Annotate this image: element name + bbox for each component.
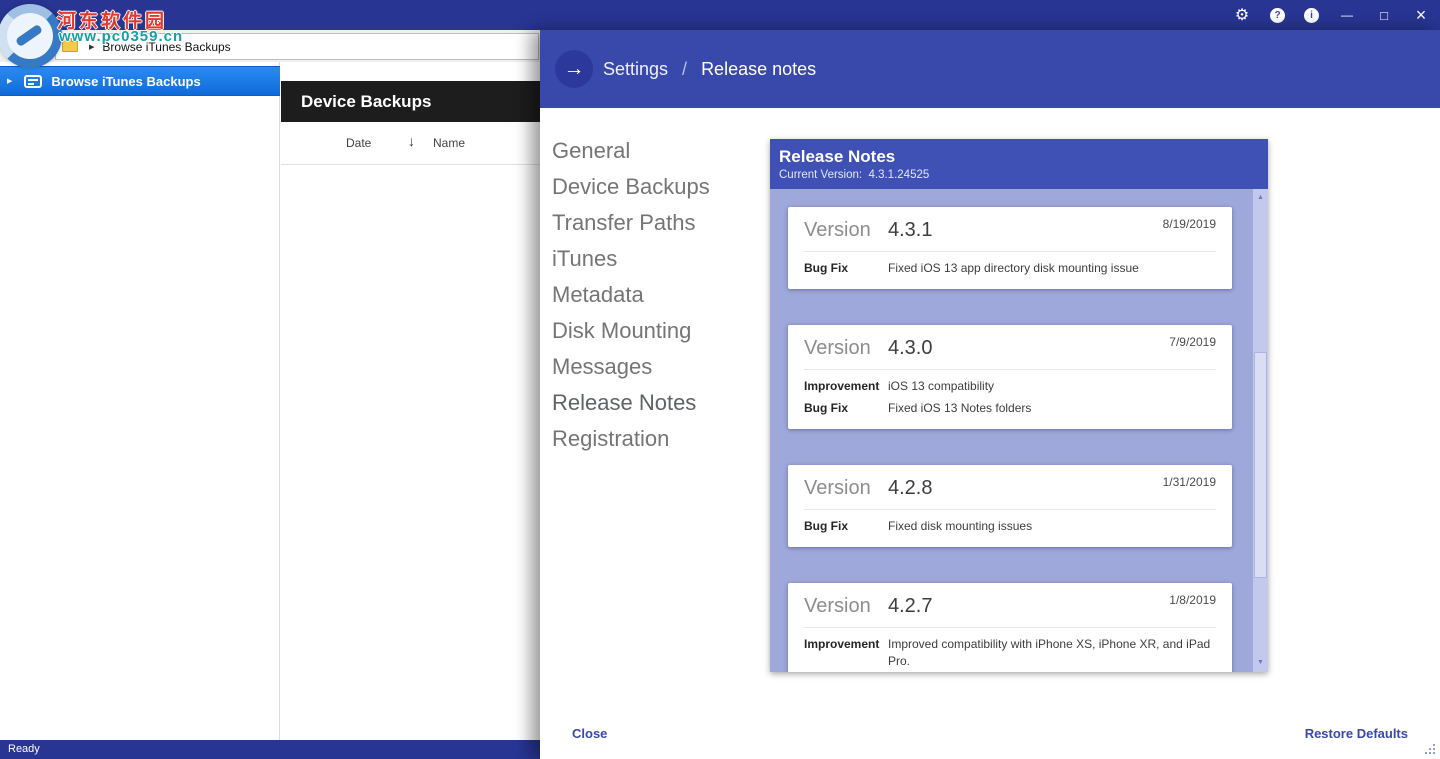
- entry-type: Improvement: [804, 636, 888, 670]
- entry-text: Improved compatibility with iPhone XS, i…: [888, 636, 1216, 670]
- release-notes-panel: Release Notes Current Version: 4.3.1.245…: [770, 139, 1268, 672]
- release-card-4-2-8: Version 4.2.8 1/31/2019 Bug Fix Fixed di…: [788, 465, 1232, 547]
- version-word: Version: [804, 337, 888, 360]
- titlebar: ⚙ ? i — □ ×: [0, 0, 1440, 30]
- release-notes-header: Release Notes Current Version: 4.3.1.245…: [770, 139, 1268, 189]
- version-word: Version: [804, 477, 888, 500]
- column-header-date[interactable]: Date: [346, 136, 371, 150]
- release-entries: Improvement Improved compatibility with …: [804, 628, 1216, 672]
- info-icon[interactable]: i: [1304, 8, 1319, 23]
- release-entry: Improvement iOS 13 compatibility: [804, 378, 1216, 395]
- version-number: 4.2.7: [888, 595, 932, 618]
- current-version-label: Current Version:: [779, 169, 862, 181]
- release-card-header: Version 4.3.1 8/19/2019: [804, 207, 1216, 252]
- sort-descending-icon[interactable]: ↓: [408, 133, 415, 149]
- app-window: ⚙ ? i — □ × ▶ Browse iTunes Backups ▶ Br…: [0, 0, 1440, 759]
- current-version: Current Version: 4.3.1.24525: [779, 167, 1268, 183]
- entry-text: Fixed iOS 13 Notes folders: [888, 400, 1031, 417]
- breadcrumb-separator: /: [682, 59, 687, 80]
- entry-type: Bug Fix: [804, 260, 888, 277]
- release-date: 1/31/2019: [1163, 475, 1216, 489]
- version-number: 4.3.0: [888, 337, 932, 360]
- settings-nav: General Device Backups Transfer Paths iT…: [552, 133, 710, 457]
- release-cards: Version 4.3.1 8/19/2019 Bug Fix Fixed iO…: [788, 189, 1232, 672]
- release-entry: Bug Fix Fixed iOS 13 app directory disk …: [804, 260, 1216, 277]
- version-word: Version: [804, 595, 888, 618]
- resize-grip[interactable]: [1433, 752, 1435, 754]
- titlebar-buttons: ⚙ ? i — □ ×: [1233, 0, 1430, 30]
- minimize-button[interactable]: —: [1338, 8, 1356, 22]
- nav-item-itunes[interactable]: iTunes: [552, 241, 710, 277]
- release-entries: Improvement iOS 13 compatibility Bug Fix…: [804, 370, 1216, 429]
- breadcrumb-settings[interactable]: Settings: [603, 59, 668, 80]
- version-number: 4.2.8: [888, 477, 932, 500]
- nav-item-transfer-paths[interactable]: Transfer Paths: [552, 205, 710, 241]
- release-card-header: Version 4.3.0 7/9/2019: [804, 325, 1216, 370]
- release-date: 7/9/2019: [1169, 335, 1216, 349]
- version-number: 4.3.1: [888, 219, 932, 242]
- breadcrumb-release-notes: Release notes: [701, 59, 816, 80]
- expander-chevron-icon[interactable]: ▶: [7, 77, 12, 85]
- backups-list-icon: [24, 75, 42, 88]
- sidebar-item-browse-itunes-backups[interactable]: ▶ Browse iTunes Backups: [0, 66, 280, 96]
- nav-item-metadata[interactable]: Metadata: [552, 277, 710, 313]
- status-text: Ready: [8, 743, 40, 755]
- dialog-header: → Settings / Release notes: [540, 30, 1440, 108]
- entry-type: Bug Fix: [804, 400, 888, 417]
- close-button[interactable]: ×: [1412, 5, 1430, 26]
- sidebar: ▶ Browse iTunes Backups: [0, 62, 280, 740]
- release-entry: Bug Fix Fixed iOS 13 Notes folders: [804, 400, 1216, 417]
- maximize-button[interactable]: □: [1375, 8, 1393, 23]
- nav-item-general[interactable]: General: [552, 133, 710, 169]
- dialog-footer: Close Restore Defaults: [572, 726, 1408, 741]
- release-card-4-3-0: Version 4.3.0 7/9/2019 Improvement iOS 1…: [788, 325, 1232, 429]
- entry-type: Improvement: [804, 378, 888, 395]
- release-card-header: Version 4.2.7 1/8/2019: [804, 583, 1216, 628]
- column-header-name[interactable]: Name: [433, 136, 465, 150]
- release-notes-title: Release Notes: [779, 146, 1268, 167]
- scrollbar[interactable]: ▲ ▼: [1253, 189, 1268, 672]
- release-card-4-3-1: Version 4.3.1 8/19/2019 Bug Fix Fixed iO…: [788, 207, 1232, 289]
- current-version-value: 4.3.1.24525: [869, 169, 930, 181]
- release-card-4-2-7: Version 4.2.7 1/8/2019 Improvement Impro…: [788, 583, 1232, 672]
- device-backups-panel: Device Backups Date ↓ Name: [281, 62, 540, 740]
- release-notes-body: Version 4.3.1 8/19/2019 Bug Fix Fixed iO…: [770, 189, 1268, 672]
- entry-text: Fixed disk mounting issues: [888, 518, 1032, 535]
- nav-item-messages[interactable]: Messages: [552, 349, 710, 385]
- release-date: 1/8/2019: [1169, 593, 1216, 607]
- scrollbar-thumb[interactable]: [1254, 352, 1267, 578]
- nav-item-release-notes[interactable]: Release Notes: [552, 385, 710, 421]
- watermark-url: www.pc0359.cn: [59, 28, 183, 45]
- help-icon[interactable]: ?: [1270, 8, 1285, 23]
- scroll-down-icon[interactable]: ▼: [1253, 656, 1268, 670]
- scroll-up-icon[interactable]: ▲: [1253, 191, 1268, 205]
- back-arrow-icon[interactable]: →: [555, 50, 593, 88]
- nav-item-device-backups[interactable]: Device Backups: [552, 169, 710, 205]
- release-entry: Bug Fix Fixed disk mounting issues: [804, 518, 1216, 535]
- nav-item-registration[interactable]: Registration: [552, 421, 710, 457]
- release-entry: Improvement Improved compatibility with …: [804, 636, 1216, 670]
- release-entries: Bug Fix Fixed iOS 13 app directory disk …: [804, 252, 1216, 289]
- entry-text: iOS 13 compatibility: [888, 378, 994, 395]
- watermark-logo: [0, 4, 62, 68]
- nav-item-disk-mounting[interactable]: Disk Mounting: [552, 313, 710, 349]
- panel-title: Device Backups: [281, 81, 540, 122]
- release-entries: Bug Fix Fixed disk mounting issues: [804, 510, 1216, 547]
- entry-text: Fixed iOS 13 app directory disk mounting…: [888, 260, 1139, 277]
- version-word: Version: [804, 219, 888, 242]
- settings-gear-icon[interactable]: ⚙: [1233, 5, 1251, 25]
- settings-dialog: → Settings / Release notes General Devic…: [540, 30, 1440, 759]
- sidebar-item-label: Browse iTunes Backups: [51, 74, 200, 89]
- release-card-header: Version 4.2.8 1/31/2019: [804, 465, 1216, 510]
- entry-type: Bug Fix: [804, 518, 888, 535]
- restore-defaults-button[interactable]: Restore Defaults: [1305, 726, 1408, 741]
- close-dialog-button[interactable]: Close: [572, 726, 607, 741]
- column-header-row: Date ↓ Name: [281, 122, 540, 165]
- release-date: 8/19/2019: [1163, 217, 1216, 231]
